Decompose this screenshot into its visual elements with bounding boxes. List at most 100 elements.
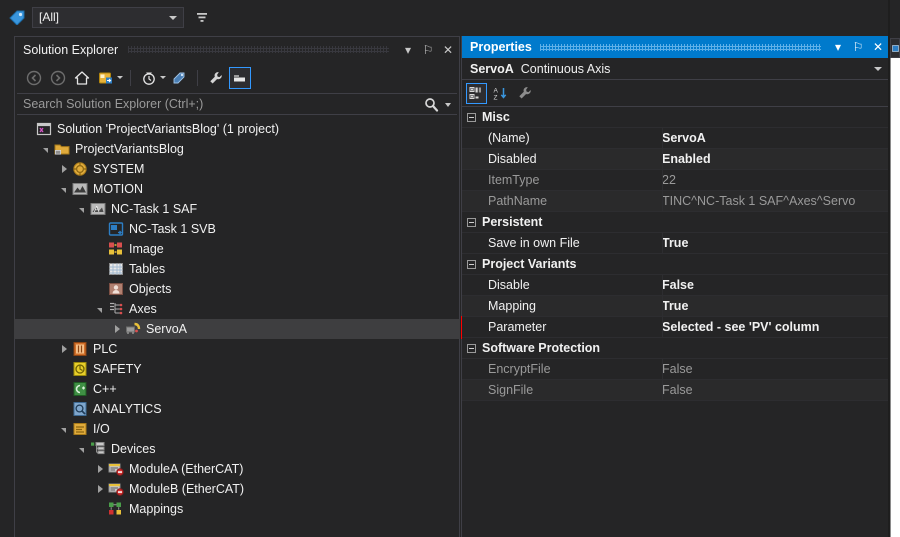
refresh-icon[interactable] [168,67,190,89]
tree-item-label: Solution 'ProjectVariantsBlog' (1 projec… [57,122,280,136]
chevron-down-icon[interactable] [117,76,123,79]
show-all-files-icon[interactable] [229,66,251,89]
analytics-icon [71,401,89,417]
tree-item-axes[interactable]: Axes [15,299,459,319]
devices-icon [89,441,107,457]
property-row[interactable]: Disable False [462,275,889,296]
property-value[interactable]: ServoA [662,131,889,145]
pin-icon[interactable]: ⚐ [849,38,867,56]
collapse-arrow-icon[interactable] [75,199,89,219]
property-value[interactable]: 22 [662,173,889,187]
dropdown-icon[interactable]: ▾ [829,38,847,56]
tree-item-projectvariantsblog[interactable]: ProjectVariantsBlog [15,139,459,159]
document-icon[interactable] [890,38,900,58]
tree-item-safety[interactable]: SAFETY [15,359,459,379]
property-value[interactable]: False [662,278,889,292]
collapse-arrow-icon[interactable] [39,139,53,159]
close-icon[interactable]: ✕ [869,38,887,56]
alphabetical-sort-icon[interactable]: A Z [490,83,511,104]
collapse-arrow-icon[interactable] [93,299,107,319]
expand-arrow-icon[interactable] [110,319,124,339]
property-row[interactable]: PathName TINC^NC-Task 1 SAF^Axes^Servo [462,191,889,212]
property-row[interactable]: EncryptFile False [462,359,889,380]
objects-icon [107,281,125,297]
tree-item-mappings[interactable]: Mappings [15,499,459,519]
magnifier-icon[interactable] [424,97,439,117]
collapse-arrow-icon[interactable] [75,439,89,459]
tree-item-tables[interactable]: Tables [15,259,459,279]
properties-category-misc[interactable]: Misc [462,107,889,128]
tree-item-label: Axes [129,302,157,316]
solution-icon [35,121,53,137]
axis-icon [124,321,142,337]
tree-item-c[interactable]: C++ [15,379,459,399]
properties-object-selector[interactable]: ServoA Continuous Axis [462,58,889,80]
tree-item-moduleb-ethercat[interactable]: ModuleB (EtherCAT) [15,479,459,499]
close-icon[interactable]: ✕ [439,41,457,59]
pin-icon[interactable]: ⚐ [419,41,437,59]
properties-category-project-variants[interactable]: Project Variants [462,254,889,275]
tree-item-analytics[interactable]: ANALYTICS [15,399,459,419]
properties-category-software-protection[interactable]: Software Protection [462,338,889,359]
property-value[interactable]: Selected - see 'PV' column [662,320,889,334]
property-row[interactable]: ItemType 22 [462,170,889,191]
tree-item-image[interactable]: Image [15,239,459,259]
dropdown-icon[interactable]: ▾ [399,41,417,59]
tree-item-system[interactable]: SYSTEM [15,159,459,179]
pending-changes-icon[interactable] [138,67,160,89]
property-value[interactable]: TINC^NC-Task 1 SAF^Axes^Servo [662,194,889,208]
property-pages-icon[interactable] [514,83,535,104]
tree-item-modulea-ethercat[interactable]: ModuleA (EtherCAT) [15,459,459,479]
categorized-view-icon[interactable] [466,82,487,104]
collapse-box-icon[interactable] [467,259,476,269]
tree-item-i-o[interactable]: I/O [15,419,459,439]
search-solution-explorer-input[interactable]: Search Solution Explorer (Ctrl+;) [17,93,457,115]
property-name: Save in own File [488,236,580,250]
tree-item-label: Tables [129,262,166,276]
property-value[interactable]: False [662,362,889,376]
sync-with-active-document-icon[interactable] [95,67,117,89]
tree-item-label: Devices [111,442,156,456]
property-value[interactable]: False [662,383,889,397]
chevron-down-icon[interactable] [445,103,451,107]
property-row[interactable]: (Name) ServoA [462,128,889,149]
collapse-box-icon[interactable] [467,217,476,227]
properties-icon[interactable] [205,67,227,89]
tree-item-objects[interactable]: Objects [15,279,459,299]
tree-item-motion[interactable]: MOTION [15,179,459,199]
tree-item-plc[interactable]: PLC [15,339,459,359]
expand-arrow-icon[interactable] [93,459,107,479]
collapse-arrow-icon[interactable] [57,419,71,439]
forward-icon[interactable] [47,67,69,89]
properties-toolbar: A Z [462,80,889,107]
tree-item-servoa[interactable]: ServoA [14,319,460,339]
property-row[interactable]: Disabled Enabled [462,149,889,170]
property-row[interactable]: Mapping True [462,296,889,317]
titlebar-grip [539,43,821,51]
property-value[interactable]: True [662,236,889,250]
expand-arrow-icon[interactable] [57,339,71,359]
property-row[interactable]: Save in own File True [462,233,889,254]
property-row[interactable]: SignFile False [462,380,889,401]
filter-icon[interactable] [194,9,210,25]
property-value[interactable]: Enabled [662,152,889,166]
tree-item-nc-task-1-svb[interactable]: NC-Task 1 SVB [15,219,459,239]
expand-arrow-icon[interactable] [93,479,107,499]
tree-item-devices[interactable]: Devices [15,439,459,459]
home-icon[interactable] [71,67,93,89]
chevron-down-icon[interactable] [874,67,882,71]
property-row[interactable]: Parameter Selected - see 'PV' column [462,317,889,338]
properties-category-persistent[interactable]: Persistent [462,212,889,233]
property-value[interactable]: True [662,299,889,313]
collapse-box-icon[interactable] [467,112,476,122]
expand-arrow-icon[interactable] [57,159,71,179]
tree-item-solution-projectvariantsblog-1-project[interactable]: Solution 'ProjectVariantsBlog' (1 projec… [15,119,459,139]
variant-filter-dropdown[interactable]: [All] [32,6,184,28]
back-icon[interactable] [23,67,45,89]
collapse-arrow-icon[interactable] [57,179,71,199]
collapse-box-icon[interactable] [467,343,476,353]
chevron-down-icon[interactable] [160,76,166,79]
tree-item-nc-task-1-saf[interactable]: A NC-Task 1 SAF [15,199,459,219]
